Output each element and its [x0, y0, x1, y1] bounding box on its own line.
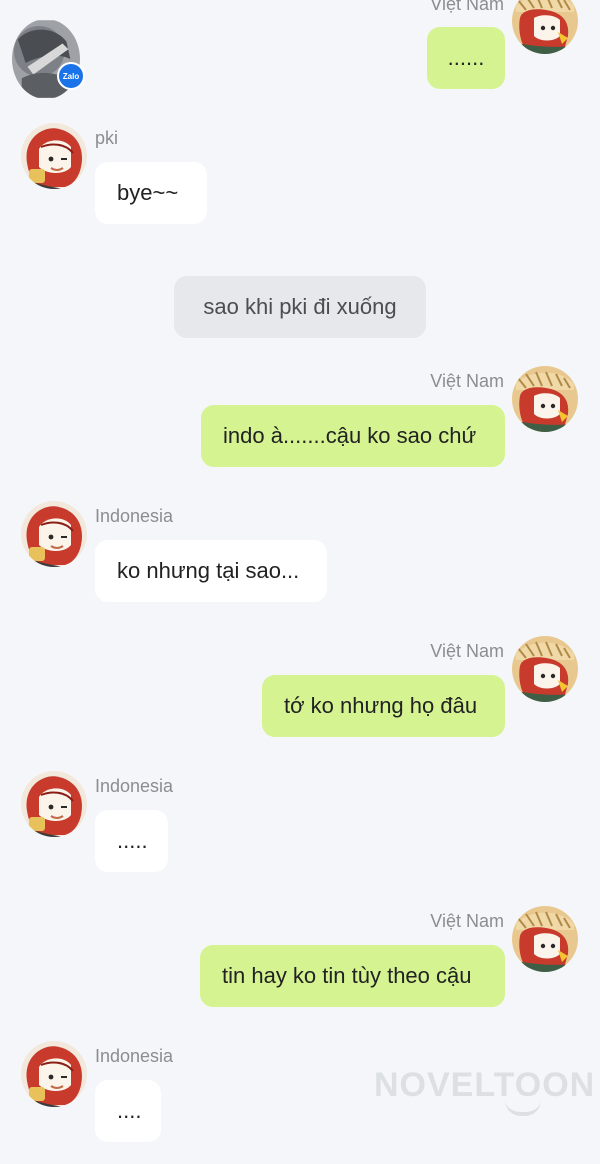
- system-message: sao khi pki đi xuống: [174, 276, 426, 338]
- message-bubble-incoming[interactable]: ....: [95, 1080, 161, 1142]
- sender-name: Indonesia: [95, 506, 174, 526]
- avatar-pki[interactable]: [21, 123, 87, 189]
- message-bubble-outgoing[interactable]: tin hay ko tin tùy theo cậu: [200, 945, 505, 1007]
- message-bubble-incoming[interactable]: .....: [95, 810, 168, 872]
- message-bubble-outgoing[interactable]: indo à.......cậu ko sao chứ: [201, 405, 505, 467]
- sender-name: pki: [95, 128, 119, 148]
- avatar-indonesia[interactable]: [21, 1041, 87, 1107]
- sender-name: Indonesia: [95, 776, 174, 796]
- avatar-viet-nam[interactable]: [512, 0, 578, 54]
- avatar-indonesia[interactable]: [21, 501, 87, 567]
- avatar-indonesia[interactable]: [21, 771, 87, 837]
- avatar-viet-nam[interactable]: [512, 366, 578, 432]
- message-bubble-incoming[interactable]: ko nhưng tại sao...: [95, 540, 327, 602]
- sender-name: Việt Nam: [430, 911, 504, 931]
- sender-name: Việt Nam: [430, 371, 504, 391]
- sender-name: Việt Nam: [430, 641, 504, 661]
- chat-thread: Việt Nam ...... Zalo pki bye~~ sao khi p…: [0, 0, 600, 1164]
- zalo-badge-icon: Zalo: [57, 62, 85, 90]
- message-bubble-outgoing[interactable]: tớ ko nhưng họ đâu: [262, 675, 505, 737]
- sender-name: Indonesia: [95, 1046, 174, 1066]
- avatar-viet-nam[interactable]: [512, 906, 578, 972]
- watermark-logo: NOVELTOON: [374, 1066, 596, 1104]
- message-bubble-incoming[interactable]: bye~~: [95, 162, 207, 224]
- sender-name: Việt Nam: [430, 0, 504, 14]
- message-bubble-outgoing[interactable]: ......: [427, 27, 505, 89]
- watermark-smile-icon: [505, 1100, 541, 1116]
- avatar-viet-nam[interactable]: [512, 636, 578, 702]
